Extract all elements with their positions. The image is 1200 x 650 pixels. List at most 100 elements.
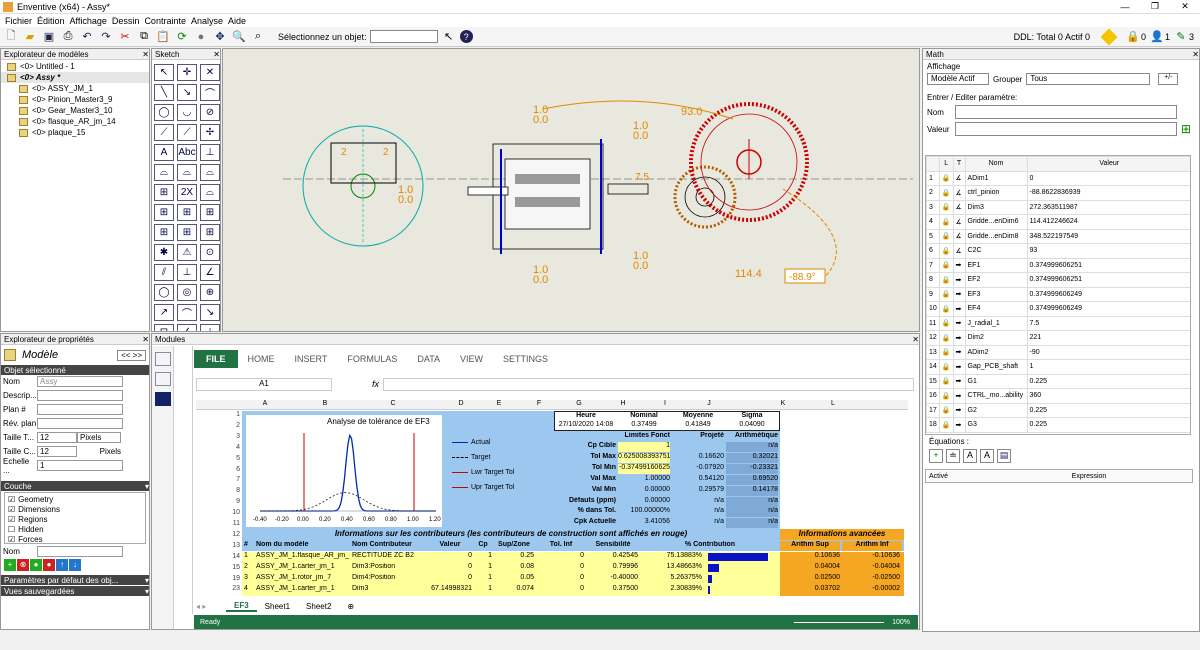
panel-close-icon[interactable]: ✕: [142, 50, 149, 59]
taille-c-input[interactable]: 12: [37, 446, 77, 457]
layer-checkbox[interactable]: ☑: [8, 535, 15, 544]
new-file-icon[interactable]: 🗋: [3, 29, 19, 45]
help-icon[interactable]: ?: [459, 30, 473, 43]
menu-edition[interactable]: Édition: [37, 16, 65, 26]
math-close-icon[interactable]: ✕: [1192, 50, 1199, 59]
layer-checkbox[interactable]: ☐: [8, 525, 15, 534]
stack-module-icon[interactable]: [155, 372, 171, 386]
sketch-close-icon[interactable]: ✕: [213, 50, 220, 59]
sheet-tab-sheet1[interactable]: Sheet1: [257, 602, 298, 611]
tree-item[interactable]: <0> Gear_Master3_10: [1, 105, 149, 116]
lock-icon[interactable]: 🔒: [938, 257, 954, 273]
ribbon-insert[interactable]: INSERT: [285, 354, 338, 364]
lock-icon[interactable]: 🔒: [938, 301, 954, 317]
table-row[interactable]: 14 🔒 ➡ Gap_PCB_shaft 1: [926, 359, 1190, 375]
cell-reference[interactable]: A1: [196, 377, 332, 391]
save-icon[interactable]: ▣: [41, 29, 57, 45]
lock-icon[interactable]: 🔒: [938, 214, 954, 230]
font-down-icon[interactable]: A: [980, 449, 994, 463]
sketch-tool-icon[interactable]: ✛: [177, 64, 197, 81]
tree-item[interactable]: <0> Assy *: [1, 72, 149, 83]
sketch-tool-icon[interactable]: 2X: [177, 184, 197, 201]
table-row[interactable]: 17 🔒 ➡ G2 0.225: [926, 402, 1190, 418]
sketch-tool-icon[interactable]: ⌒: [200, 84, 220, 101]
add-eq-icon[interactable]: +: [929, 449, 943, 463]
maximize-button[interactable]: ❐: [1140, 1, 1170, 12]
sketch-tool-icon[interactable]: ↗: [154, 304, 174, 321]
menu-dessin[interactable]: Dessin: [112, 16, 140, 26]
sketch-tool-icon[interactable]: ⫽: [154, 264, 174, 281]
sketch-tool-icon[interactable]: ⊘: [200, 104, 220, 121]
table-row[interactable]: 1 🔒 ∡ ADim1 0: [926, 170, 1190, 186]
sketch-tool-icon[interactable]: ⌓: [200, 184, 220, 201]
chart-module-icon[interactable]: [155, 352, 171, 366]
table-row[interactable]: 15 🔒 ➡ G1 0.225: [926, 373, 1190, 389]
layer-item[interactable]: ☑ Forces: [8, 534, 142, 544]
sheet-tab-sheet2[interactable]: Sheet2: [298, 602, 339, 611]
layer-checkbox[interactable]: ☑: [8, 495, 15, 504]
valeur-input[interactable]: [955, 122, 1177, 136]
tree-item[interactable]: <0> ASSY_JM_1: [1, 83, 149, 94]
bars-module-icon[interactable]: [155, 392, 171, 406]
lock-icon[interactable]: 🔒: [938, 417, 954, 433]
toggle-sign-button[interactable]: +/-: [1158, 73, 1179, 85]
lock-icon[interactable]: 🔒: [1125, 29, 1141, 45]
sketch-tool-icon[interactable]: ∠: [200, 264, 220, 281]
table-row[interactable]: 9 🔒 ➡ EF3 0.374999606249: [926, 286, 1190, 302]
sketch-tool-icon[interactable]: ↘: [200, 304, 220, 321]
menu-fichier[interactable]: Fichier: [5, 16, 32, 26]
sketch-tool-icon[interactable]: A: [154, 144, 174, 161]
font-up-icon[interactable]: A: [963, 449, 977, 463]
layer-item[interactable]: ☑ Geometry: [8, 494, 142, 504]
property-input[interactable]: [37, 390, 123, 401]
layer-checkbox[interactable]: ☑: [8, 505, 15, 514]
minimize-button[interactable]: —: [1110, 2, 1140, 12]
comment-icon[interactable]: ▤: [997, 449, 1011, 463]
sketch-tool-icon[interactable]: ⊞: [177, 224, 197, 241]
menu-contrainte[interactable]: Contrainte: [144, 16, 186, 26]
table-row[interactable]: 11 🔒 ➡ J_radial_1 7.5: [926, 315, 1190, 331]
pixels-select[interactable]: Pixels: [77, 432, 121, 443]
lock-icon[interactable]: 🔒: [938, 185, 954, 201]
print-icon[interactable]: ⎙: [60, 29, 76, 45]
sketch-tool-icon[interactable]: ⚠: [177, 244, 197, 261]
tree-item[interactable]: <0> Pinion_Master3_9: [1, 94, 149, 105]
sketch-tool-icon[interactable]: ⊞: [200, 204, 220, 221]
select-object-input[interactable]: [369, 30, 438, 43]
diamond-icon[interactable]: [1100, 28, 1118, 45]
property-input[interactable]: [37, 404, 123, 415]
lock-icon[interactable]: 🔒: [938, 315, 954, 331]
sketch-tool-icon[interactable]: ⊙: [200, 244, 220, 261]
ribbon-file[interactable]: FILE: [194, 350, 238, 368]
sketch-tool-icon[interactable]: ✕: [200, 64, 220, 81]
sketch-tool-icon[interactable]: ◡: [177, 104, 197, 121]
add-param-button[interactable]: ⊞: [1181, 122, 1191, 136]
sketch-tool-icon[interactable]: ↖: [154, 64, 174, 81]
sketch-tool-icon[interactable]: ⊕: [200, 284, 220, 301]
drawing-canvas[interactable]: 1.0 0.0 1.0 0.0 1.0 0.0 1.0 0.0 1.0 0.0 …: [222, 48, 920, 332]
sketch-tool-icon[interactable]: ⊞: [154, 184, 174, 201]
pointer-icon[interactable]: ↖: [441, 29, 457, 45]
defaults-section[interactable]: Paramètres par défaut des obj... ▾: [1, 575, 149, 585]
table-row[interactable]: 2 🔒 ∡ ctrl_pinion -88.8622836939: [926, 185, 1190, 201]
cut-icon[interactable]: ✂: [117, 29, 133, 45]
property-input[interactable]: [37, 418, 123, 429]
tree-item[interactable]: <0> flasque_AR_jm_14: [1, 116, 149, 127]
table-row[interactable]: 4 🔒 ∡ Gridde...enDim6 114.412246624: [926, 214, 1190, 230]
add-layer-icon[interactable]: +: [4, 559, 16, 571]
sketch-tool-icon[interactable]: ⌒: [177, 304, 197, 321]
close-button[interactable]: ✕: [1170, 1, 1200, 12]
layer-red-icon[interactable]: ●: [43, 559, 55, 571]
formula-input[interactable]: [383, 377, 914, 391]
sketch-tool-icon[interactable]: ⌓: [154, 164, 174, 181]
delete-layer-icon[interactable]: ⊗: [17, 559, 29, 571]
sketch-tool-icon[interactable]: ⌓: [177, 164, 197, 181]
lock-icon[interactable]: 🔒: [938, 170, 954, 186]
ribbon-data[interactable]: DATA: [407, 354, 450, 364]
open-folder-icon[interactable]: ▰: [22, 29, 38, 45]
sketch-tool-icon[interactable]: ⟋: [154, 124, 174, 141]
move-up-icon[interactable]: ↑: [56, 559, 68, 571]
layer-name-input[interactable]: [37, 546, 123, 557]
sketch-tool-icon[interactable]: ⟋: [177, 124, 197, 141]
sketch-tool-icon[interactable]: ↘: [177, 84, 197, 101]
